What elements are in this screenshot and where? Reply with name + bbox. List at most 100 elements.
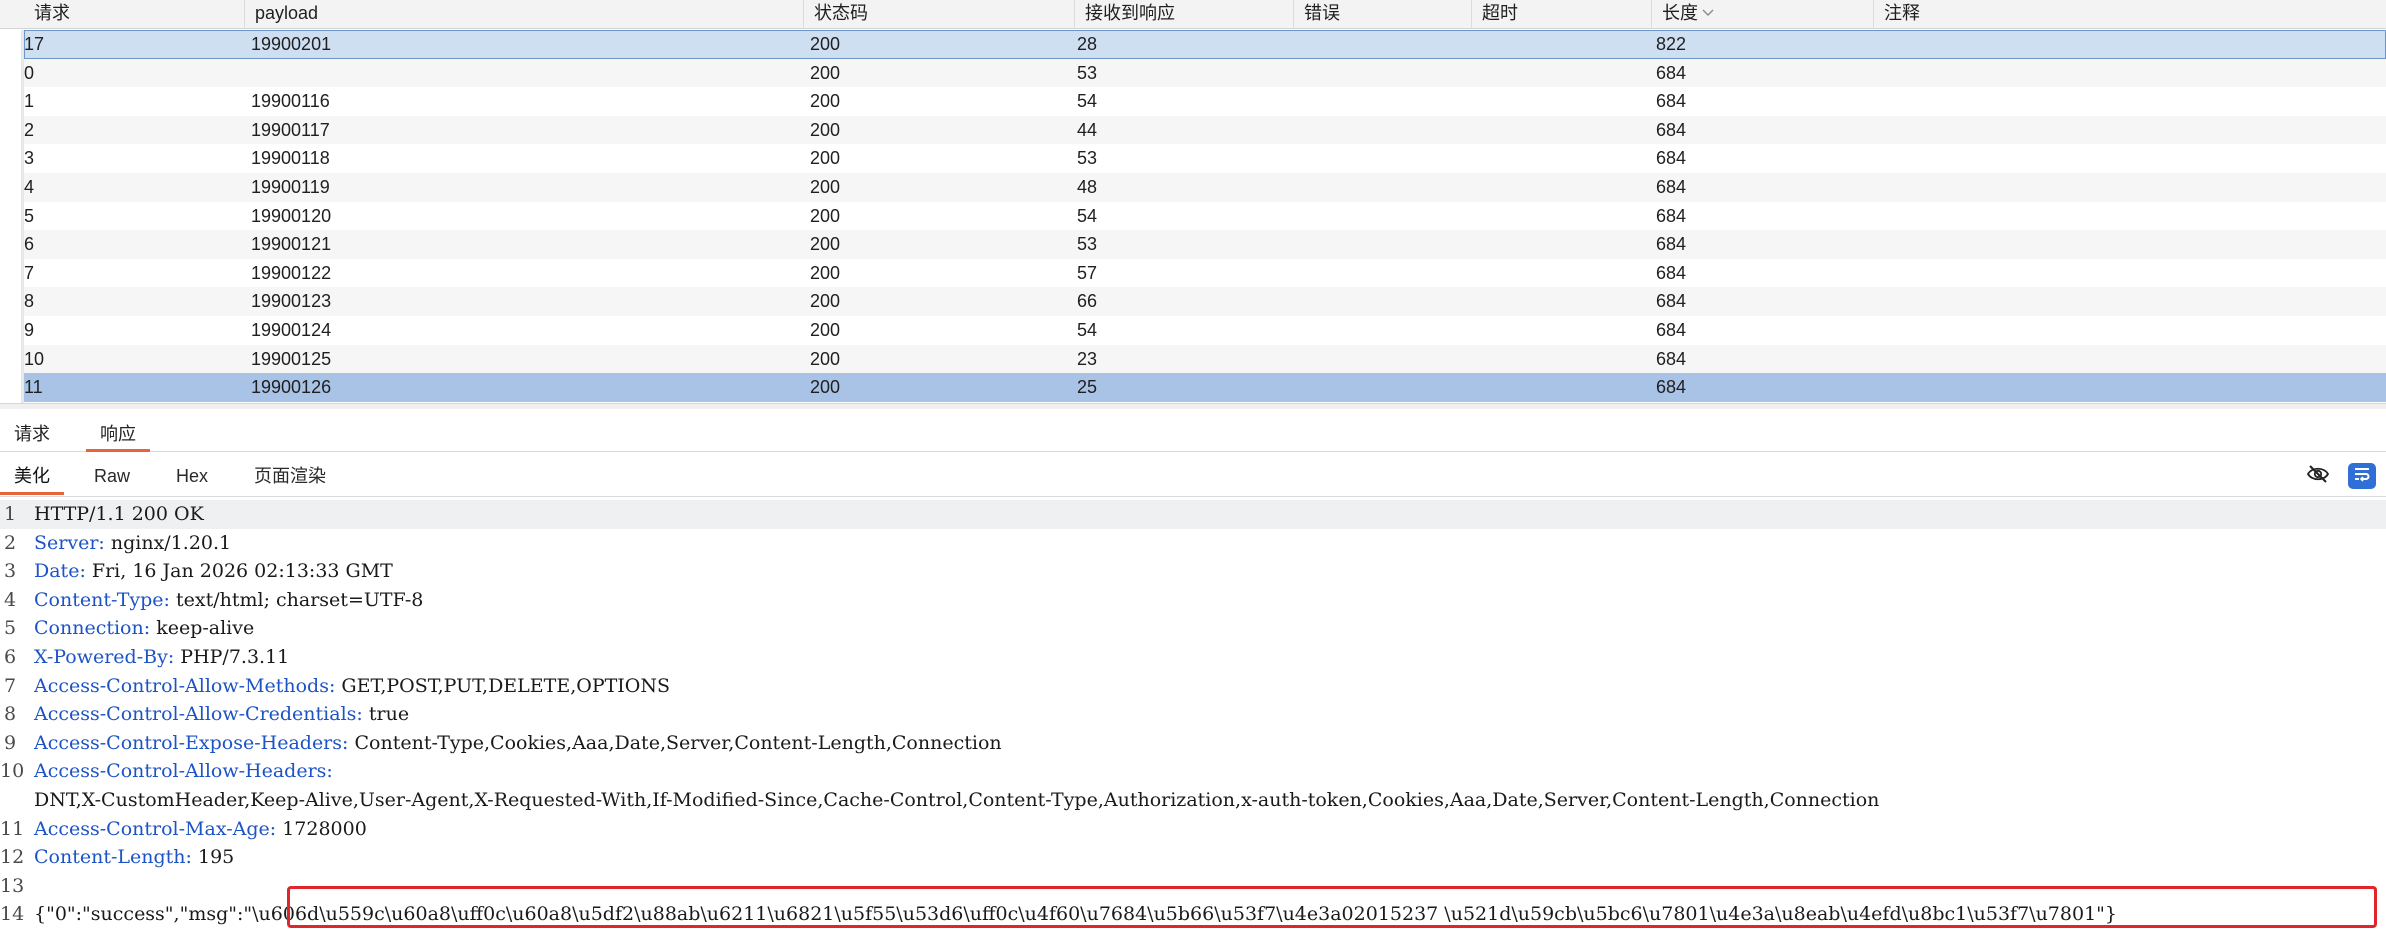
column-header-status[interactable]: 状态码 (804, 0, 1075, 29)
cell-length: 684 (1656, 348, 1687, 369)
tab-label: Hex (176, 466, 209, 486)
tab-label: 页面渲染 (254, 466, 326, 486)
code-text: Server: nginx/1.20.1 (34, 529, 231, 558)
line-number: 12 (0, 846, 25, 869)
highlight-box (287, 886, 2377, 928)
cell-status: 200 (810, 176, 841, 197)
cell-response-received: 25 (1077, 377, 1098, 398)
column-header-comment[interactable]: 注释 (1874, 0, 2386, 29)
cell-length: 684 (1656, 234, 1687, 255)
table-row[interactable]: 9 19900124 200 54 684 (24, 315, 2386, 345)
cell-length: 684 (1656, 377, 1687, 398)
header-separator: : (163, 588, 176, 611)
table-row[interactable]: 17 19900201 200 28 822 (24, 30, 2386, 59)
tab-pretty[interactable]: 美化 (0, 461, 64, 495)
cell-request: 1 (24, 91, 35, 112)
header-value: HTTP/1.1 200 OK (34, 503, 204, 525)
code-text: Access-Control-Allow-Methods: GET,POST,P… (34, 672, 670, 701)
cell-response-received: 66 (1077, 291, 1098, 312)
table-row[interactable]: 1 19900116 200 54 684 (24, 87, 2386, 116)
tab-render[interactable]: 页面渲染 (240, 461, 340, 495)
line-number: 2 (3, 531, 17, 554)
table-row[interactable]: 7 19900122 200 57 684 (24, 258, 2386, 288)
cell-length: 684 (1656, 319, 1687, 340)
response-editor[interactable]: 1 HTTP/1.1 200 OK 2 Server: nginx/1.20.1 3 Da… (0, 500, 2386, 946)
cell-response-received: 28 (1077, 34, 1098, 54)
table-row[interactable]: 0 200 53 684 (24, 58, 2386, 88)
table-row[interactable]: 4 19900119 200 48 684 (24, 172, 2386, 202)
table-row[interactable]: 11 19900126 200 25 684 (24, 373, 2386, 402)
header-name: Access-Control-Max-Age (34, 817, 270, 840)
header-separator: : (143, 617, 157, 640)
tab-raw[interactable]: Raw (80, 461, 144, 495)
column-header-payload[interactable]: payload (245, 0, 804, 29)
header-value: DNT,X-CustomHeader,Keep-Alive,User-Agent… (34, 789, 1880, 811)
cell-payload: 19900118 (251, 148, 330, 169)
column-header-label: 状态码 (814, 3, 868, 23)
table-divider[interactable] (0, 403, 2386, 409)
tab-response[interactable]: 响应 (86, 420, 150, 452)
line-number: 1 (3, 503, 17, 525)
code-line: 9 Access-Control-Expose-Headers: Content-… (0, 729, 2386, 758)
request-response-tabs: 请求 响应 (0, 414, 2386, 452)
cell-length: 684 (1656, 91, 1687, 112)
header-value: Content-Type,Cookies,Aaa,Date,Server,Con… (354, 731, 1002, 754)
tab-hex[interactable]: Hex (162, 461, 222, 495)
line-number: 8 (3, 703, 17, 726)
header-value: text/html; charset=UTF-8 (175, 588, 424, 611)
code-line: 10 Access-Control-Allow-Headers: (0, 757, 2386, 786)
code-text: Access-Control-Allow-Headers: (34, 757, 333, 786)
header-separator: : (342, 731, 355, 754)
tab-request[interactable]: 请求 (0, 420, 64, 452)
line-number: 5 (3, 617, 17, 640)
code-line: 1 HTTP/1.1 200 OK (0, 500, 2386, 529)
table-row[interactable]: 5 19900120 200 54 684 (24, 201, 2386, 231)
code-text: Date: Fri, 16 Jan 2026 02:13:33 GMT (34, 557, 393, 586)
code-text: Access-Control-Max-Age: 1728000 (34, 815, 367, 844)
code-text: Access-Control-Expose-Headers: Content-T… (34, 729, 1002, 758)
code-line: 4 Content-Type: text/html; charset=UTF-8 (0, 586, 2386, 615)
word-wrap-button[interactable] (2348, 463, 2376, 489)
cell-status: 200 (810, 91, 841, 112)
column-header-response-received[interactable]: 接收到响应 (1075, 0, 1294, 29)
column-header-label: 请求 (34, 3, 70, 23)
cell-status: 200 (810, 148, 841, 169)
table-row[interactable]: 10 19900125 200 23 684 (24, 344, 2386, 374)
header-name: Access-Control-Expose-Headers (34, 731, 343, 754)
code-text: Connection: keep-alive (34, 614, 254, 643)
cell-response-received: 23 (1077, 348, 1098, 369)
table-row[interactable]: 3 19900118 200 53 684 (24, 144, 2386, 173)
hide-icon-button[interactable] (2302, 461, 2334, 491)
cell-request: 0 (24, 62, 35, 83)
column-header-error[interactable]: 错误 (1294, 0, 1472, 29)
cell-status: 200 (810, 34, 841, 54)
table-row[interactable]: 8 19900123 200 66 684 (24, 287, 2386, 316)
header-name: Access-Control-Allow-Headers (34, 760, 327, 783)
code-line: 8 Access-Control-Allow-Credentials: true (0, 700, 2386, 729)
header-name: X-Powered-By (34, 646, 168, 668)
code-text: HTTP/1.1 200 OK (34, 500, 204, 529)
header-value: nginx/1.20.1 (110, 531, 232, 554)
cell-status: 200 (810, 319, 841, 340)
code-text: Content-Length: 195 (34, 843, 234, 872)
cell-payload: 19900125 (251, 348, 332, 369)
table-header: 请求 payload 状态码 接收到响应 错误 超时 长度 注释 (0, 0, 2386, 29)
cell-status: 200 (810, 62, 841, 83)
column-header-length[interactable]: 长度 (1652, 0, 1874, 29)
column-header-request[interactable]: 请求 (24, 0, 245, 29)
code-text: Content-Type: text/html; charset=UTF-8 (34, 586, 423, 615)
code-line: 6 X-Powered-By: PHP/7.3.11 (0, 643, 2386, 672)
table-row[interactable]: 2 19900117 200 44 684 (24, 115, 2386, 145)
tab-label: Raw (94, 466, 131, 486)
column-header-timeout[interactable]: 超时 (1472, 0, 1652, 29)
header-separator: : (326, 760, 333, 783)
cell-response-received: 57 (1077, 262, 1098, 283)
header-separator: : (167, 646, 181, 668)
response-view-tabs: 美化 Raw Hex 页面渲染 (0, 455, 2386, 497)
cell-request: 11 (24, 377, 43, 398)
header-separator: : (328, 674, 342, 697)
cell-length: 684 (1656, 291, 1687, 312)
cell-payload: 19900122 (251, 262, 332, 283)
table-row[interactable]: 6 19900121 200 53 684 (24, 230, 2386, 259)
header-value: PHP/7.3.11 (180, 646, 290, 668)
